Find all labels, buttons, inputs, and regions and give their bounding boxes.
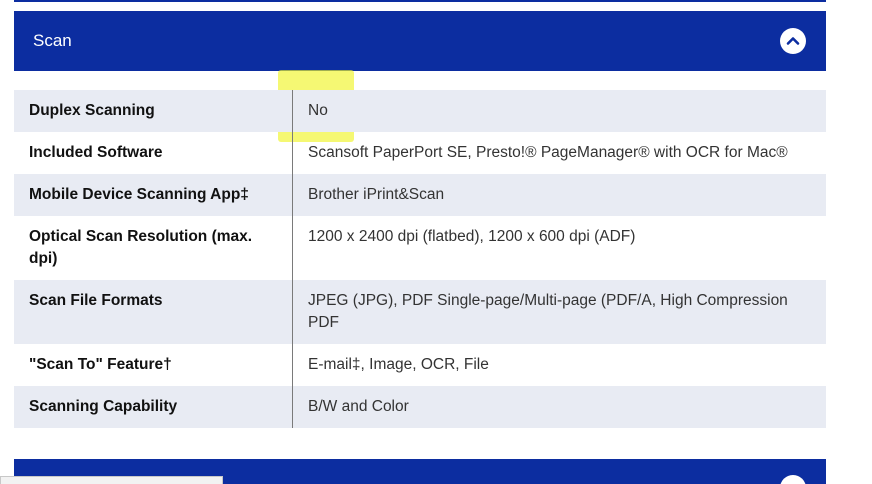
section-title: Scan [33, 31, 72, 50]
row-value: JPEG (JPG), PDF Single-page/Multi-page (… [308, 292, 788, 331]
table-row: Included Software Scansoft PaperPort SE,… [14, 132, 826, 174]
chevron-icon [785, 480, 801, 484]
table-row: Mobile Device Scanning App‡ Brother iPri… [14, 174, 826, 216]
row-label: Duplex Scanning [14, 90, 293, 132]
table-row: Duplex Scanning No [14, 90, 826, 132]
table-row: Scan File Formats JPEG (JPG), PDF Single… [14, 280, 826, 344]
row-value: E-mail‡, Image, OCR, File [308, 356, 489, 373]
expand-toggle-button[interactable] [780, 475, 806, 484]
table-row: Optical Scan Resolution (max. dpi) 1200 … [14, 216, 826, 280]
row-label: Mobile Device Scanning App‡ [14, 174, 293, 216]
row-label: Scanning Capability [14, 386, 293, 428]
scan-section-header[interactable]: Scan [14, 11, 826, 71]
collapse-toggle-button[interactable] [780, 28, 806, 54]
chevron-up-icon [786, 37, 800, 45]
row-value: 1200 x 2400 dpi (flatbed), 1200 x 600 dp… [308, 228, 636, 245]
row-label: Optical Scan Resolution (max. dpi) [14, 216, 293, 280]
row-label: Scan File Formats [14, 280, 293, 344]
spec-page: Scan Duplex Scanning No Included Softwar… [0, 0, 872, 484]
table-row: Scanning Capability B/W and Color [14, 386, 826, 428]
row-value: No [308, 102, 328, 119]
row-value: Brother iPrint&Scan [308, 186, 445, 203]
row-label: "Scan To" Feature† [14, 344, 293, 386]
row-value: Scansoft PaperPort SE, Presto!® PageMana… [308, 144, 788, 161]
table-row: "Scan To" Feature† E-mail‡, Image, OCR, … [14, 344, 826, 386]
spec-table: Duplex Scanning No Included Software Sca… [14, 90, 826, 428]
row-label: Included Software [14, 132, 293, 174]
row-value: B/W and Color [308, 398, 409, 415]
top-divider [14, 0, 826, 2]
link-status-tooltip [0, 476, 223, 484]
